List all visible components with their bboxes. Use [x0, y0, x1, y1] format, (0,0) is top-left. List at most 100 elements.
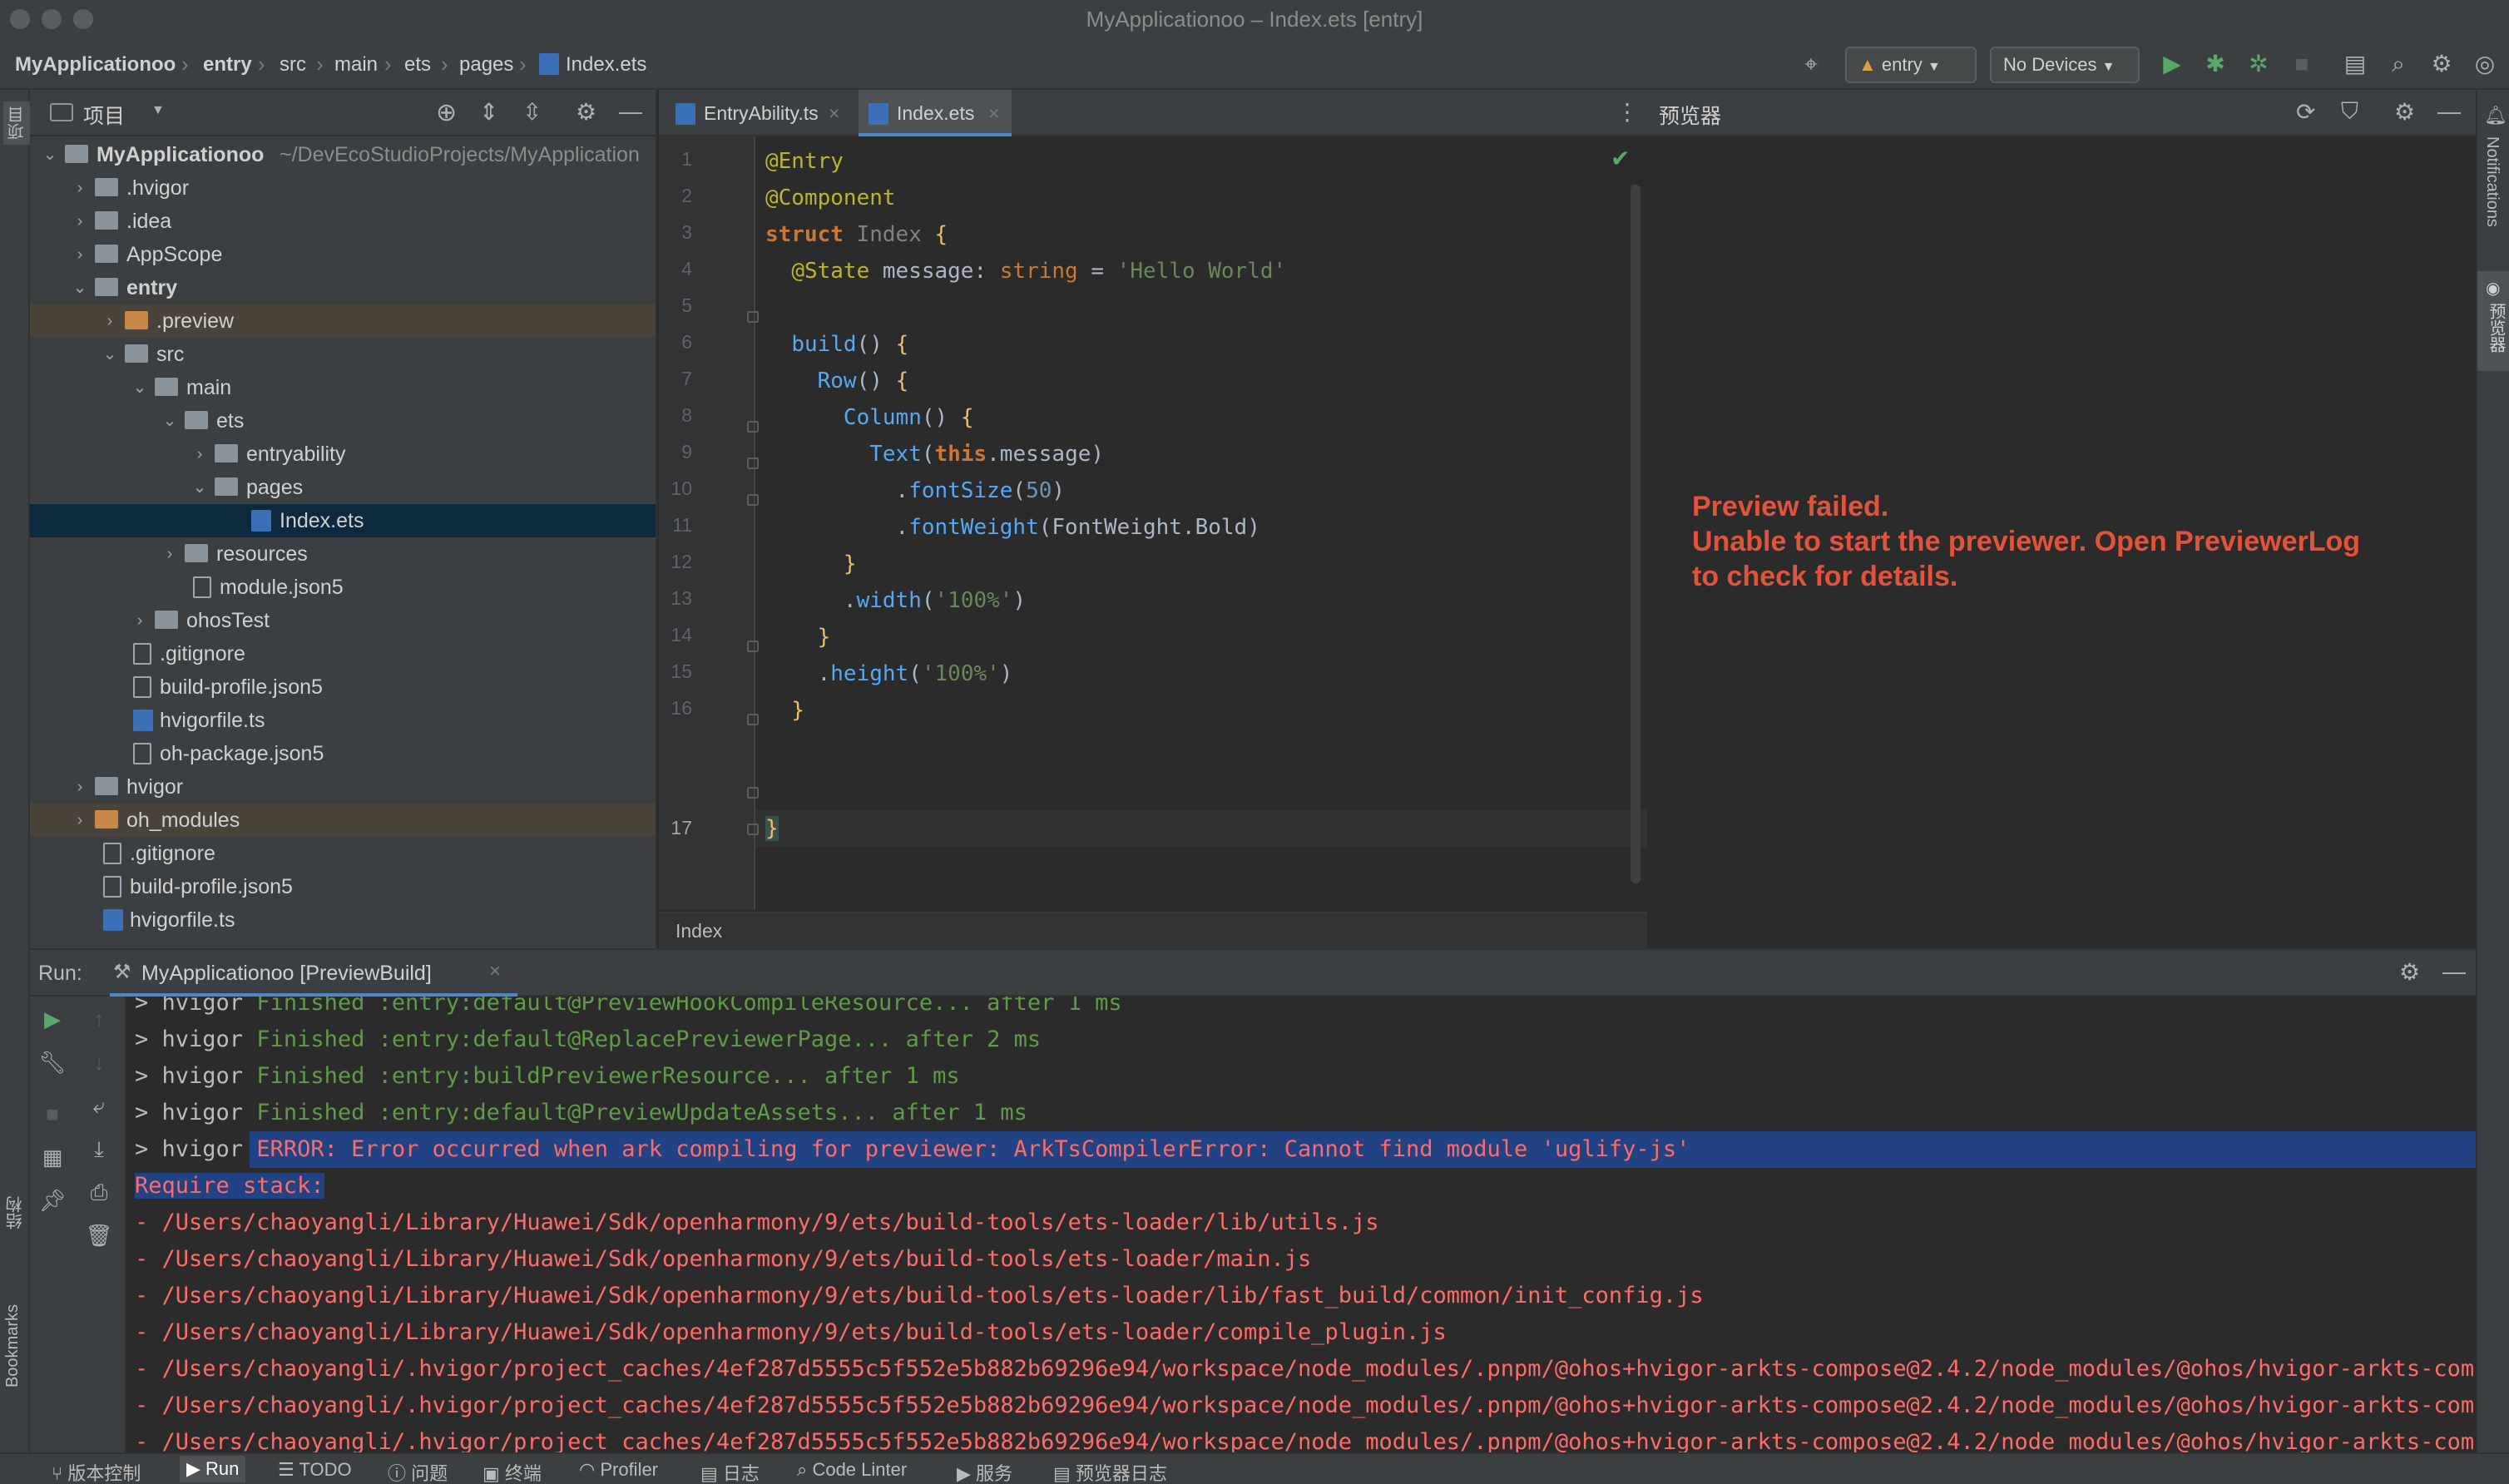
rerun-icon[interactable]: ▶ [38, 1005, 67, 1033]
close-icon[interactable]: × [988, 90, 999, 136]
trash-icon[interactable]: 🗑︎ [85, 1221, 113, 1249]
fold-marker-icon[interactable] [747, 494, 759, 506]
project-tool-button[interactable]: 项目 [3, 101, 31, 145]
tree-item-root-hvigorfile[interactable]: hvigorfile.ts [30, 903, 656, 937]
chevron-down-icon[interactable]: ⌄ [190, 471, 210, 504]
tree-item-hvigor[interactable]: › hvigor [30, 770, 656, 804]
fold-marker-icon[interactable] [747, 311, 759, 323]
tree-item-module-json5[interactable]: module.json5 [30, 571, 656, 604]
hide-panel-icon[interactable]: — [2442, 958, 2466, 985]
fold-marker-icon[interactable] [747, 641, 759, 652]
code-line[interactable]: struct Index { [765, 216, 948, 253]
stop-icon[interactable]: ■ [38, 1100, 67, 1128]
target-icon[interactable]: ⌖ [1797, 50, 1825, 78]
fold-marker-icon[interactable] [747, 421, 759, 433]
bell-icon[interactable]: 🔔︎ [2484, 105, 2507, 126]
toolwindow-code-linter[interactable]: ⌕ Code Linter [797, 1459, 907, 1481]
toolwindow-run[interactable]: ▶ Run [180, 1456, 246, 1482]
code-line[interactable]: } [765, 810, 779, 847]
chevron-right-icon[interactable]: › [70, 171, 90, 205]
chevron-down-icon[interactable]: ⌄ [100, 338, 120, 371]
breadcrumb-main[interactable]: main [334, 53, 378, 77]
debug-icon[interactable]: ✱ [2201, 50, 2229, 78]
console-output[interactable]: > hvigor Finished :entry:default@Preview… [126, 997, 2476, 1454]
tree-item-main[interactable]: ⌄ main [30, 371, 656, 404]
attach-debugger-icon[interactable]: ✲ [2244, 50, 2273, 78]
tree-item-src[interactable]: ⌄ src [30, 338, 656, 371]
code-line[interactable]: Text(this.message) [765, 436, 1104, 472]
run-icon[interactable]: ▶ [2158, 50, 2186, 78]
fold-marker-icon[interactable] [747, 714, 759, 725]
hide-panel-icon[interactable]: — [2437, 98, 2461, 125]
account-icon[interactable]: ◎ [2471, 50, 2499, 78]
tree-item-entry[interactable]: ⌄ entry [30, 271, 656, 304]
device-select[interactable]: No Devices ▼ [1990, 47, 2140, 83]
refresh-icon[interactable]: ⟳ [2296, 98, 2315, 126]
tree-item-root-build-profile[interactable]: build-profile.json5 [30, 870, 656, 903]
tree-item-oh-modules[interactable]: › oh_modules [30, 804, 656, 837]
chevron-right-icon[interactable]: › [70, 770, 90, 804]
code-line[interactable]: } [765, 619, 831, 655]
code-line[interactable]: Row() { [765, 363, 909, 399]
breadcrumb-entry[interactable]: entry [203, 53, 252, 77]
tab-entryability[interactable]: EntryAbility.ts × [666, 90, 850, 136]
toolwindow-previewer-log[interactable]: ▤ 预览器日志 [1053, 1459, 1167, 1484]
code-line[interactable]: @Entry [765, 143, 844, 180]
tab-index-ets[interactable]: Index.ets × [859, 90, 1012, 136]
code-line[interactable]: .fontSize(50) [765, 472, 1066, 509]
structure-tool-button[interactable]: 结构 [3, 1196, 27, 1229]
chevron-right-icon[interactable]: › [130, 604, 150, 637]
stop-icon[interactable]: ■ [2288, 50, 2316, 78]
code-line[interactable]: } [765, 692, 804, 729]
tree-item-appscope[interactable]: › AppScope [30, 238, 656, 271]
wrench-icon[interactable]: 🔧︎ [38, 1048, 67, 1076]
inspection-ok-icon[interactable]: ✔ [1611, 145, 1630, 172]
tree-item-preview[interactable]: › .preview [30, 304, 656, 338]
tree-item-entry-gitignore[interactable]: .gitignore [30, 637, 656, 670]
chevron-right-icon[interactable]: › [100, 304, 120, 338]
code-line[interactable]: @Component [765, 180, 896, 216]
code-line[interactable]: Column() { [765, 399, 974, 436]
gear-icon[interactable]: ⚙ [2399, 958, 2420, 986]
breadcrumb-src[interactable]: src [280, 53, 306, 77]
tree-item-ets[interactable]: ⌄ ets [30, 404, 656, 438]
chevron-right-icon[interactable]: › [70, 238, 90, 271]
tree-item-resources[interactable]: › resources [30, 537, 656, 571]
tree-item-hvigor-dir[interactable]: › .hvigor [30, 171, 656, 205]
gear-icon[interactable]: ⚙ [2427, 50, 2456, 78]
close-icon[interactable]: × [829, 90, 839, 136]
breadcrumb-ets[interactable]: ets [404, 53, 431, 77]
code-line[interactable]: .fontWeight(FontWeight.Bold) [765, 509, 1260, 546]
fold-marker-icon[interactable] [747, 787, 759, 799]
chevron-right-icon[interactable]: › [190, 438, 210, 471]
tree-item-project-root[interactable]: ⌄ MyApplicationoo ~/DevEcoStudioProjects… [30, 138, 656, 171]
toolwindow-terminal[interactable]: ▣ 终端 [482, 1459, 542, 1484]
code-line[interactable]: .height('100%') [765, 655, 1013, 692]
chevron-down-icon[interactable]: ⌄ [70, 271, 90, 304]
code-line[interactable]: .width('100%') [765, 582, 1026, 619]
chevron-down-icon[interactable]: ⌄ [40, 138, 60, 171]
arrow-up-icon[interactable]: ↑ [85, 1005, 113, 1033]
arrow-down-icon[interactable]: ↓ [85, 1048, 113, 1076]
toolwindow-profiler[interactable]: ◠ Profiler [579, 1459, 658, 1481]
print-icon[interactable]: ⎙ [85, 1178, 113, 1206]
fold-marker-icon[interactable] [747, 458, 759, 469]
editor-scrollbar[interactable] [1631, 185, 1640, 883]
hide-panel-icon[interactable]: — [619, 98, 642, 125]
tree-item-entry-oh-package[interactable]: oh-package.json5 [30, 737, 656, 770]
editor-breadcrumb[interactable]: Index [659, 912, 1647, 948]
inspector-icon[interactable]: ⛉ [2341, 98, 2358, 126]
gear-icon[interactable]: ⚙ [576, 98, 596, 126]
gear-icon[interactable]: ⚙ [2394, 98, 2415, 126]
expand-all-icon[interactable]: ⇕ [479, 98, 498, 126]
tree-item-ohostest[interactable]: › ohosTest [30, 604, 656, 637]
toolwindow-services[interactable]: ▶ 服务 [957, 1459, 1012, 1484]
chevron-down-icon[interactable]: ⌄ [160, 404, 180, 438]
toolwindow-problems[interactable]: ⓘ 问题 [388, 1459, 448, 1484]
run-tab[interactable]: ⚒ MyApplicationoo [PreviewBuild] × [110, 950, 517, 997]
tree-item-root-gitignore[interactable]: .gitignore [30, 837, 656, 870]
tree-item-idea[interactable]: › .idea [30, 205, 656, 238]
soft-wrap-icon[interactable]: ⤶ [85, 1091, 113, 1120]
tree-item-entry-build-profile[interactable]: build-profile.json5 [30, 670, 656, 704]
scroll-to-end-icon[interactable]: ⤓ [85, 1135, 113, 1163]
